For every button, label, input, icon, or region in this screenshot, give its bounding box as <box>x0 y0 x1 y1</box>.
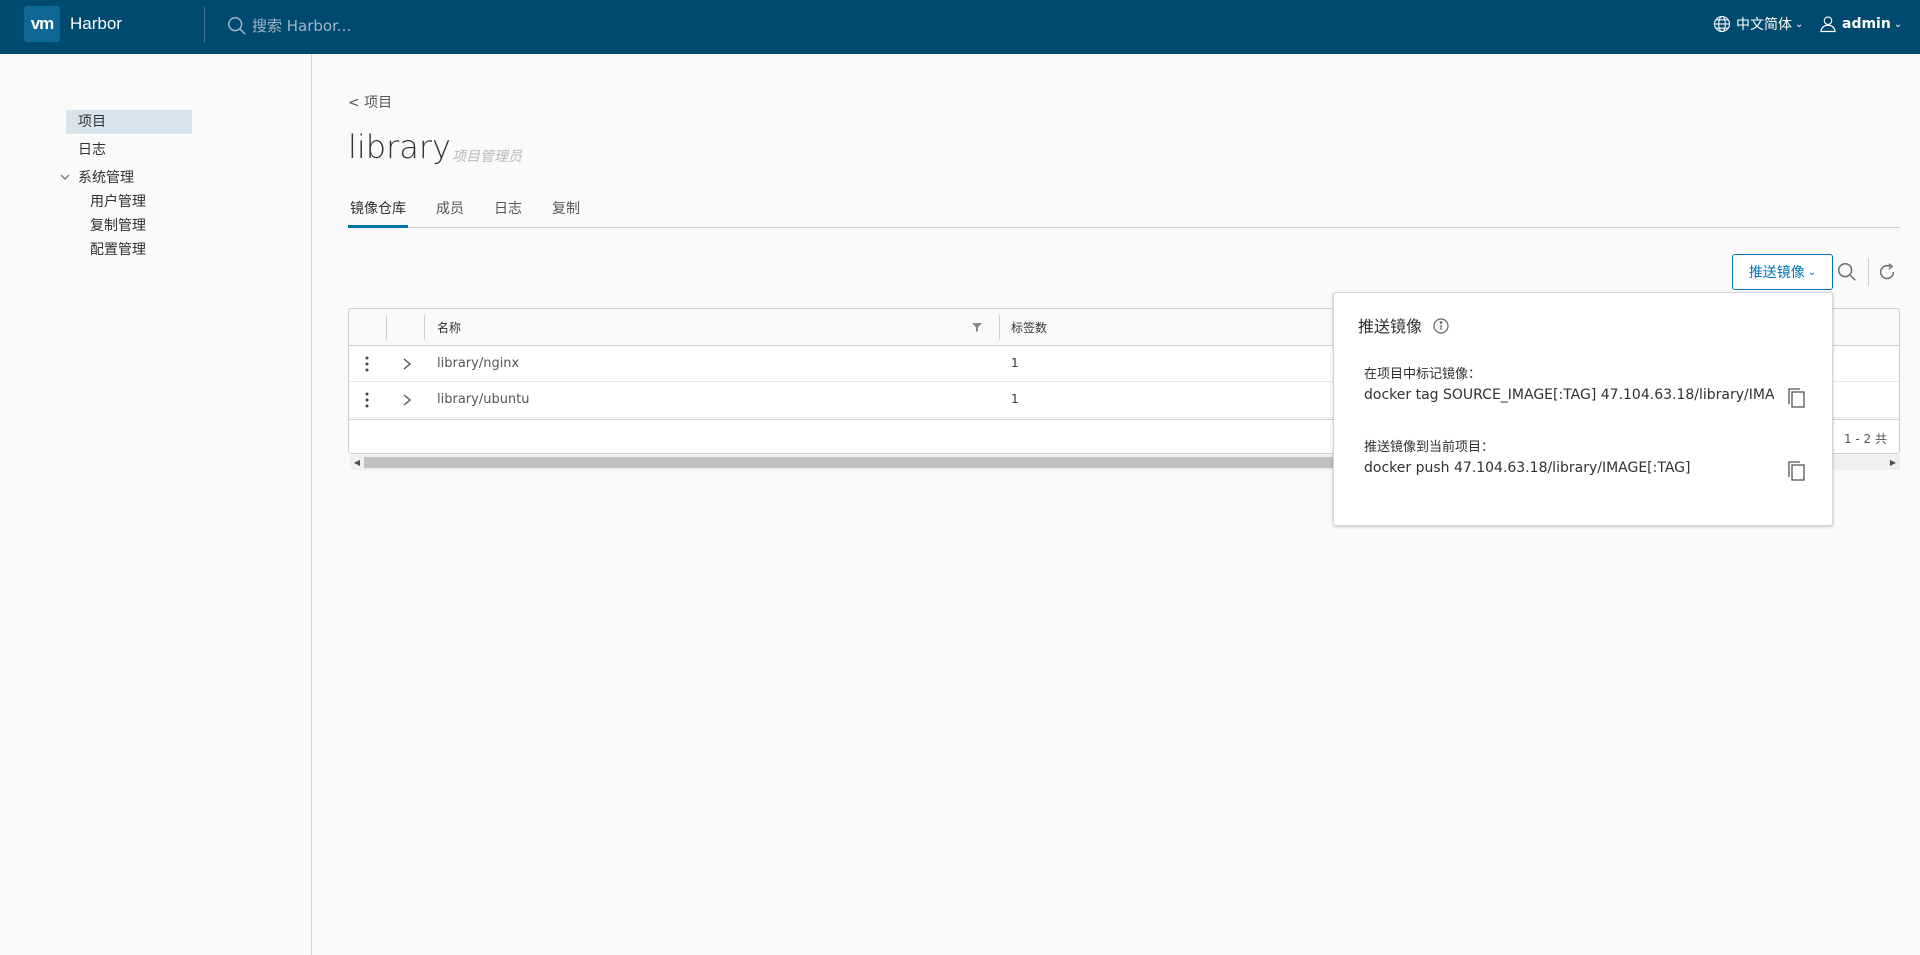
user-icon <box>1820 16 1836 33</box>
tab-members[interactable]: 成员 <box>434 198 466 228</box>
scroll-left-icon[interactable]: ◀ <box>352 457 362 468</box>
column-divider <box>424 315 425 340</box>
role-label: 项目管理员 <box>452 149 522 165</box>
header-divider <box>204 7 205 43</box>
globe-icon <box>1713 15 1731 33</box>
push-image-label: 推送镜像 <box>1748 265 1805 281</box>
top-header: vm Harbor 中文简体 ⌄ admin ⌄ <box>0 0 1920 54</box>
copy-icon[interactable] <box>1786 387 1808 409</box>
repository-name[interactable]: library/ubuntu <box>437 392 530 407</box>
sidebar-item-users[interactable]: 用户管理 <box>90 190 146 214</box>
chevron-down-icon: ⌄ <box>1795 18 1804 30</box>
brand-name: Harbor <box>70 14 122 33</box>
tab-replication[interactable]: 复制 <box>550 198 582 228</box>
language-menu[interactable]: 中文简体 ⌄ <box>1712 12 1803 36</box>
brand[interactable]: vm Harbor <box>24 6 122 42</box>
username: admin <box>1842 16 1891 32</box>
push-command-label: 推送镜像到当前项目： <box>1364 440 1495 455</box>
push-command: docker push 47.104.63.18/library/IMAGE[:… <box>1364 460 1691 476</box>
refresh-icon[interactable] <box>1876 261 1898 283</box>
info-icon[interactable] <box>1432 317 1450 335</box>
chevron-down-icon: ⌄ <box>1893 18 1903 30</box>
global-search <box>226 12 512 40</box>
vmware-logo: vm <box>24 6 60 42</box>
sidebar-group-admin[interactable]: 系统管理 <box>78 166 134 190</box>
copy-icon[interactable] <box>1786 460 1808 482</box>
search-icon <box>228 17 246 35</box>
tag-command: docker tag SOURCE_IMAGE[:TAG] 47.104.63.… <box>1364 387 1774 403</box>
push-image-popover: 推送镜像 在项目中标记镜像： docker tag SOURCE_IMAGE[:… <box>1333 292 1833 526</box>
column-divider <box>999 315 1000 340</box>
chevron-right-icon[interactable] <box>401 393 413 407</box>
toolbar-divider <box>1868 258 1869 286</box>
breadcrumb-projects[interactable]: < 项目 <box>348 92 392 112</box>
project-tabs: 镜像仓库 成员 日志 复制 <box>348 198 1900 228</box>
column-divider <box>386 315 387 340</box>
tag-command-label: 在项目中标记镜像： <box>1364 367 1482 382</box>
more-vertical-icon[interactable] <box>365 392 369 408</box>
pagination-text: 1 - 2 共 <box>1843 432 1887 446</box>
tag-count: 1 <box>1011 356 1019 370</box>
search-input[interactable] <box>252 17 512 35</box>
sidebar-item-projects[interactable]: 项目 <box>66 110 192 134</box>
sidebar-item-logs[interactable]: 日志 <box>78 138 106 162</box>
sidebar-item-configuration[interactable]: 配置管理 <box>90 238 146 262</box>
language-label: 中文简体 <box>1736 17 1792 33</box>
chevron-down-icon[interactable] <box>58 170 72 184</box>
search-icon[interactable] <box>1836 261 1858 283</box>
tab-logs[interactable]: 日志 <box>492 198 524 228</box>
scrollbar-thumb[interactable] <box>364 457 1464 468</box>
chevron-right-icon[interactable] <box>401 357 413 371</box>
chevron-down-icon: ⌄ <box>1807 266 1817 278</box>
tab-repositories[interactable]: 镜像仓库 <box>348 198 408 228</box>
user-menu[interactable]: admin ⌄ <box>1818 12 1902 36</box>
tag-count: 1 <box>1011 392 1019 406</box>
popover-title: 推送镜像 <box>1358 317 1423 336</box>
push-image-button[interactable]: 推送镜像 ⌄ <box>1732 254 1833 290</box>
sidebar: 项目 日志 系统管理 用户管理 复制管理 配置管理 <box>0 54 312 955</box>
page-title: library <box>348 128 451 166</box>
scroll-right-icon[interactable]: ▶ <box>1888 457 1898 468</box>
filter-icon[interactable] <box>971 321 983 333</box>
column-header-name[interactable]: 名称 <box>437 319 461 336</box>
column-header-tags[interactable]: 标签数 <box>1011 319 1047 336</box>
more-vertical-icon[interactable] <box>365 356 369 372</box>
sidebar-item-replication[interactable]: 复制管理 <box>90 214 146 238</box>
repository-name[interactable]: library/nginx <box>437 356 519 371</box>
